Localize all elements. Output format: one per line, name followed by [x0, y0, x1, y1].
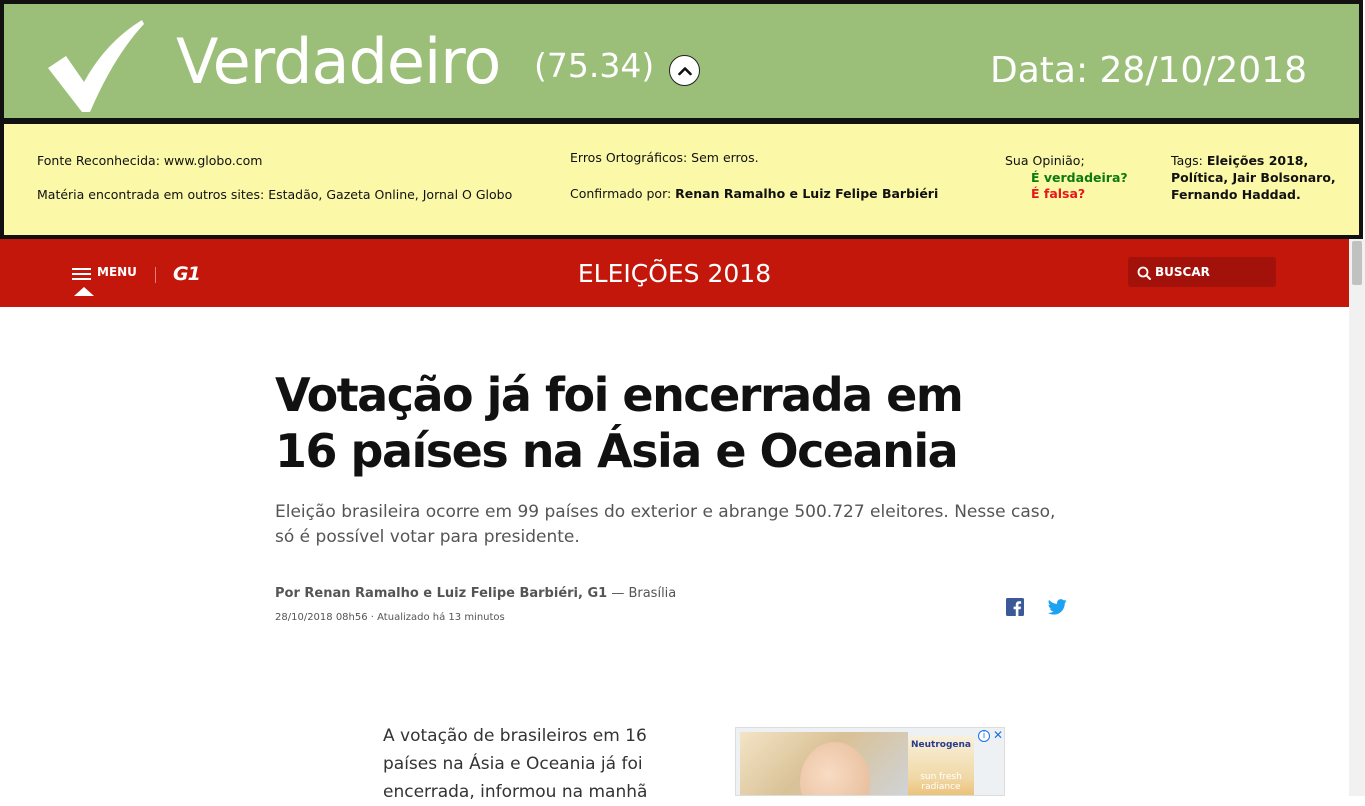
scrollbar-thumb[interactable] — [1352, 241, 1362, 285]
ad-photo — [740, 732, 908, 795]
article-body: A votação de brasileiros em 16 países na… — [383, 726, 648, 802]
verdict-date: Data: 28/10/2018 — [990, 50, 1308, 91]
confirmed-by-label: Confirmado por: — [570, 186, 676, 201]
article-subtitle: Eleição brasileira ocorre em 99 países d… — [275, 502, 1056, 547]
ad-brand-text: Neutrogena — [911, 740, 971, 750]
article-headline: Votação já foi encerrada em 16 países na… — [275, 368, 964, 478]
search-input[interactable]: BUSCAR — [1128, 257, 1276, 287]
scrollbar[interactable] — [1349, 239, 1365, 796]
advertisement[interactable]: Neutrogena sun fresh radiance i ✕ — [735, 727, 1005, 796]
search-label: BUSCAR — [1155, 265, 1210, 279]
article-byline: Por Renan Ramalho e Luiz Felipe Barbiéri… — [275, 586, 676, 601]
byline-author[interactable]: Por Renan Ramalho e Luiz Felipe Barbiéri… — [275, 586, 607, 601]
collapse-button[interactable] — [669, 55, 700, 86]
chevron-up-icon — [677, 66, 692, 75]
facebook-icon[interactable] — [1006, 598, 1024, 616]
spelling-errors-text: Erros Ortográficos: Sem erros. — [570, 150, 759, 165]
tags-label: Tags: — [1171, 153, 1207, 168]
ad-product-text: sun fresh radiance — [920, 772, 962, 792]
article-timestamp: 28/10/2018 08h56 · Atualizado há 13 minu… — [275, 612, 505, 623]
fact-check-info-panel: Fonte Reconhecida: www.globo.com Matéria… — [0, 120, 1363, 239]
ad-info-icon[interactable]: i — [978, 730, 990, 742]
verdict-banner: Verdadeiro (75.34) Data: 28/10/2018 — [0, 0, 1363, 122]
opinion-label: Sua Opinião; — [1005, 153, 1085, 168]
search-icon — [1137, 266, 1151, 280]
twitter-icon[interactable] — [1048, 599, 1067, 615]
vote-false-link[interactable]: É falsa? — [1031, 186, 1085, 202]
verdict-label: Verdadeiro — [176, 25, 501, 98]
checkmark-icon — [48, 20, 144, 112]
byline-location: — Brasília — [607, 586, 677, 601]
verdict-score: (75.34) — [534, 46, 655, 85]
ad-close-icon[interactable]: ✕ — [992, 729, 1004, 741]
site-header: MENU G1 ELEIÇÕES 2018 BUSCAR — [0, 239, 1349, 307]
source-text: Fonte Reconhecida: www.globo.com — [37, 153, 263, 168]
other-sites-text: Matéria encontrada em outros sites: Esta… — [37, 187, 513, 202]
ad-model-image — [800, 742, 870, 795]
confirmed-by-names: Renan Ramalho e Luiz Felipe Barbiéri — [675, 186, 939, 201]
confirmed-by-text: Confirmado por: Renan Ramalho e Luiz Fel… — [570, 186, 938, 202]
tags-text: Tags: Eleições 2018, Política, Jair Bols… — [1171, 152, 1365, 203]
vote-true-link[interactable]: É verdadeira? — [1031, 170, 1128, 186]
